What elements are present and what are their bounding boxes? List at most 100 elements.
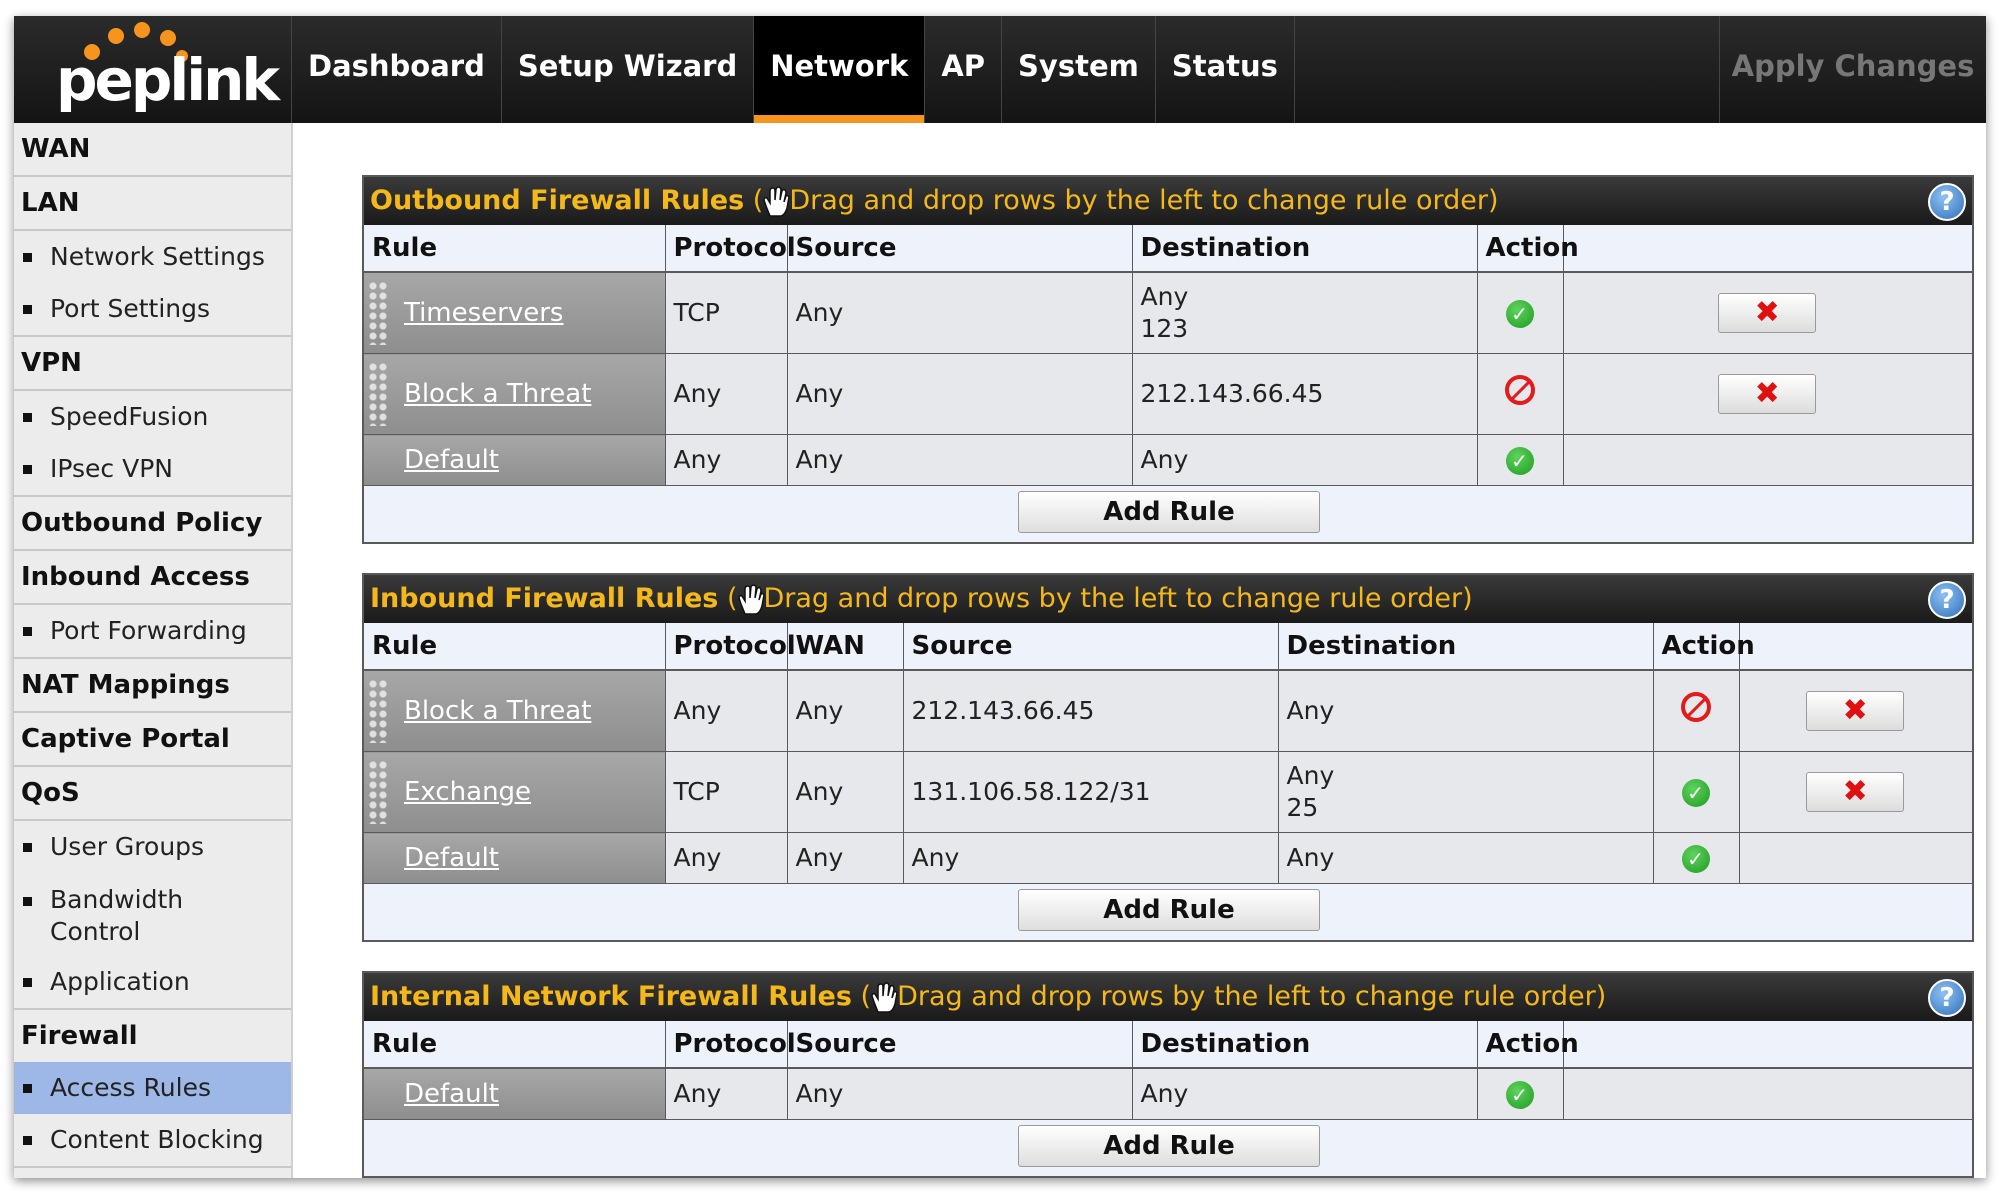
- apply-changes-button[interactable]: Apply Changes: [1719, 16, 1986, 123]
- table-row[interactable]: Default Any Any Any ✓: [364, 1068, 1972, 1120]
- sidebar-item-port-forwarding[interactable]: Port Forwarding: [14, 605, 291, 659]
- sidebar-section-nat-mappings[interactable]: NAT Mappings: [14, 659, 291, 713]
- sidebar-section-captive-portal[interactable]: Captive Portal: [14, 713, 291, 767]
- sidebar-item-port-settings[interactable]: Port Settings: [14, 283, 291, 337]
- peplink-logo[interactable]: peplink: [14, 16, 292, 123]
- table-row[interactable]: Timeservers TCP Any Any 123 ✓ ✖: [364, 272, 1972, 354]
- column-header-rule: Rule: [364, 1021, 666, 1069]
- source-cell: 131.106.58.122/31: [903, 751, 1279, 833]
- drag-handle[interactable]: Timeservers: [364, 272, 666, 354]
- column-header-delete: [1563, 225, 1972, 273]
- rule-link[interactable]: Block a Threat: [404, 696, 591, 726]
- rule-link[interactable]: Default: [404, 1079, 499, 1109]
- sidebar-item-bandwidth-control[interactable]: Bandwidth Control: [14, 873, 291, 956]
- column-header-action: Action: [1477, 225, 1579, 273]
- table-row[interactable]: Default Any Any Any Any ✓: [364, 832, 1972, 884]
- column-header-destination: Destination: [1132, 225, 1478, 273]
- sidebar-item-user-groups[interactable]: User Groups: [14, 821, 291, 873]
- delete-button[interactable]: ✖: [1718, 293, 1817, 333]
- delete-cell: ✖: [1563, 272, 1972, 354]
- logo-text: peplink: [56, 46, 280, 114]
- help-icon[interactable]: ?: [1928, 183, 1966, 221]
- rule-link[interactable]: Exchange: [404, 777, 531, 807]
- column-header-protocol: Protocol: [665, 225, 796, 273]
- source-cell: Any: [787, 1068, 1133, 1120]
- drag-handle[interactable]: Block a Threat: [364, 353, 666, 435]
- sidebar-section-wan[interactable]: WAN: [14, 123, 291, 177]
- sidebar-section-lan[interactable]: LAN: [14, 177, 291, 231]
- deny-icon: [1504, 375, 1535, 405]
- sidebar-item-ipsec-vpn[interactable]: IPsec VPN: [14, 443, 291, 497]
- delete-button[interactable]: ✖: [1718, 374, 1817, 414]
- column-header-action: Action: [1653, 623, 1755, 671]
- protocol-cell: Any: [665, 434, 788, 486]
- sidebar-section-outbound-policy[interactable]: Outbound Policy: [14, 497, 291, 551]
- bullet-icon: [23, 843, 32, 852]
- app-window: peplink Dashboard Setup Wizard Network A…: [14, 16, 1986, 1178]
- sidebar-item-access-rules[interactable]: Access Rules: [14, 1062, 291, 1114]
- drag-handle[interactable]: Block a Threat: [364, 670, 666, 752]
- panel-title-bar: Inbound Firewall Rules (Drag and drop ro…: [364, 575, 1972, 623]
- protocol-cell: Any: [665, 353, 788, 435]
- bullet-icon: [23, 305, 32, 314]
- sidebar-section-vpn[interactable]: VPN: [14, 337, 291, 391]
- drag-hint: Drag and drop rows by the left to change…: [789, 185, 1499, 216]
- rule-link[interactable]: Timeservers: [404, 298, 563, 328]
- rule-link[interactable]: Default: [404, 445, 499, 475]
- source-cell: Any: [787, 434, 1133, 486]
- internal-firewall-panel: Internal Network Firewall Rules (Drag an…: [362, 971, 1974, 1178]
- source-cell: Any: [787, 272, 1133, 354]
- nav-tab-network[interactable]: Network: [754, 16, 926, 123]
- help-icon[interactable]: ?: [1928, 581, 1966, 619]
- table-row[interactable]: Exchange TCP Any 131.106.58.122/31 Any 25…: [364, 751, 1972, 833]
- delete-button[interactable]: ✖: [1806, 691, 1905, 731]
- column-header-destination: Destination: [1132, 1021, 1478, 1069]
- destination-port: 25: [1286, 793, 1319, 822]
- drag-handle[interactable]: Exchange: [364, 751, 666, 833]
- add-rule-row: Add Rule: [364, 1120, 1972, 1176]
- help-icon[interactable]: ?: [1928, 979, 1966, 1017]
- internal-rules-table: Rule Protocol Source Destination Action …: [364, 1021, 1972, 1120]
- add-rule-button[interactable]: Add Rule: [1018, 889, 1320, 931]
- table-row[interactable]: Default Any Any Any ✓: [364, 434, 1972, 486]
- allow-icon: ✓: [1505, 300, 1534, 328]
- delete-cell: [1739, 832, 1972, 884]
- column-header-delete: [1739, 623, 1972, 671]
- column-header-wan: WAN: [787, 623, 904, 671]
- bullet-icon: [23, 253, 32, 262]
- nav-tab-dashboard[interactable]: Dashboard: [292, 16, 502, 123]
- rule-cell: Default: [364, 434, 666, 486]
- nav-tab-setup-wizard[interactable]: Setup Wizard: [502, 16, 755, 123]
- column-header-rule: Rule: [364, 623, 666, 671]
- sidebar-section-firewall[interactable]: Firewall: [14, 1010, 291, 1062]
- sidebar-item-network-settings[interactable]: Network Settings: [14, 231, 291, 283]
- nav-tab-status[interactable]: Status: [1156, 16, 1295, 123]
- wan-cell: Any: [787, 751, 904, 833]
- column-header-protocol: Protocol: [665, 623, 796, 671]
- protocol-cell: Any: [665, 1068, 788, 1120]
- bullet-icon: [23, 978, 32, 987]
- sidebar-section-inbound-access[interactable]: Inbound Access: [14, 551, 291, 605]
- delete-cell: ✖: [1739, 670, 1972, 752]
- table-row[interactable]: Block a Threat Any Any 212.143.66.45 Any…: [364, 670, 1972, 752]
- sidebar-section-qos[interactable]: QoS: [14, 767, 291, 821]
- nav-tab-ap[interactable]: AP: [925, 16, 1003, 123]
- sidebar-item-content-blocking[interactable]: Content Blocking: [14, 1114, 291, 1168]
- inbound-firewall-panel: Inbound Firewall Rules (Drag and drop ro…: [362, 573, 1974, 942]
- rule-link[interactable]: Block a Threat: [404, 379, 591, 409]
- rule-link[interactable]: Default: [404, 843, 499, 873]
- delete-button[interactable]: ✖: [1806, 772, 1905, 812]
- table-header-row: Rule Protocol Source Destination Action: [364, 1021, 1972, 1069]
- sidebar-item-application[interactable]: Application: [14, 956, 291, 1010]
- allow-icon: ✓: [1681, 845, 1710, 873]
- protocol-cell: Any: [665, 832, 788, 884]
- add-rule-button[interactable]: Add Rule: [1018, 1125, 1320, 1167]
- table-row[interactable]: Block a Threat Any Any 212.143.66.45 ✖: [364, 353, 1972, 435]
- bullet-icon: [23, 627, 32, 636]
- nav-tab-system[interactable]: System: [1002, 16, 1156, 123]
- drag-hint: Drag and drop rows by the left to change…: [763, 583, 1473, 614]
- action-cell: ✓: [1653, 832, 1740, 884]
- add-rule-button[interactable]: Add Rule: [1018, 491, 1320, 533]
- destination-value: Any: [1140, 282, 1189, 311]
- sidebar-item-speedfusion[interactable]: SpeedFusion: [14, 391, 291, 443]
